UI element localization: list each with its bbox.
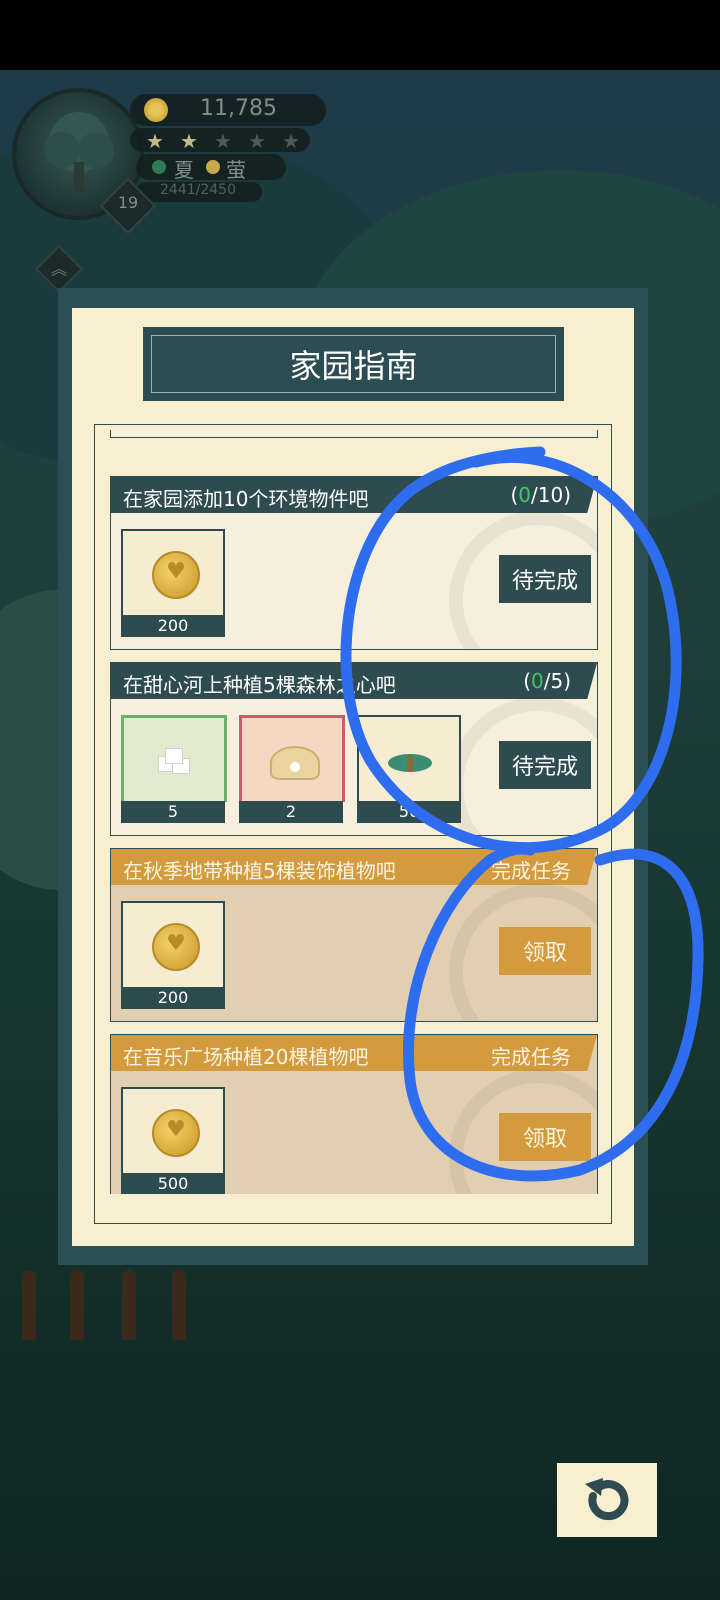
task-card: 在家园添加10个环境物件吧 (0/10) 200 待完成 — [110, 476, 598, 650]
leaf-icon — [152, 160, 166, 174]
herb-bundle-icon — [388, 754, 432, 772]
claim-button[interactable]: 领取 — [499, 1113, 591, 1161]
reward-count: 200 — [121, 987, 225, 1009]
coin-icon — [152, 1109, 200, 1157]
season-label: 夏 — [174, 158, 194, 182]
task-complete-label: 完成任务 — [491, 1045, 571, 1069]
task-list[interactable]: 在家园添加10个环境物件吧 (0/10) 200 待完成 在甜心河上种植5棵森林… — [108, 430, 598, 1194]
task-card: 在甜心河上种植5棵森林之心吧 (0/5) 5 2 50 待完成 — [110, 662, 598, 836]
task-title: 在音乐广场种植20棵植物吧 — [123, 1045, 369, 1069]
coin-count: 11,785 — [200, 96, 277, 121]
star-icon: ★ — [214, 129, 232, 153]
tree-icon — [44, 112, 114, 192]
reward-count: 5 — [121, 801, 225, 823]
dialog-title-box: 家园指南 — [143, 327, 564, 401]
reward-item[interactable]: 50 — [357, 715, 461, 825]
task-card-previous — [110, 430, 598, 438]
pearl-shell-icon — [270, 746, 320, 780]
star-icon: ★ — [180, 129, 198, 153]
task-title: 在甜心河上种植5棵森林之心吧 — [123, 673, 396, 697]
sugar-cube-icon — [156, 748, 192, 774]
dialog-title: 家园指南 — [151, 335, 556, 393]
task-title: 在家园添加10个环境物件吧 — [123, 487, 369, 511]
reward-count: 200 — [121, 615, 225, 637]
task-title: 在秋季地带种植5棵装饰植物吧 — [123, 859, 396, 883]
coin-icon — [144, 98, 168, 122]
coin-icon — [152, 923, 200, 971]
task-progress: (0/5) — [523, 669, 571, 693]
reward-item[interactable]: 2 — [239, 715, 345, 825]
star-icon: ★ — [282, 129, 300, 153]
task-progress: (0/10) — [510, 483, 571, 507]
coin-icon — [152, 551, 200, 599]
task-complete-label: 完成任务 — [491, 859, 571, 883]
reward-count: 50 — [357, 801, 461, 823]
task-card: 在音乐广场种植20棵植物吧 完成任务 500 领取 — [110, 1034, 598, 1194]
pending-button[interactable]: 待完成 — [499, 741, 591, 789]
reward-item[interactable]: 5 — [121, 715, 227, 825]
task-card: 在秋季地带种植5棵装饰植物吧 完成任务 200 领取 — [110, 848, 598, 1022]
star-icon: ★ — [146, 129, 164, 153]
level-number: 19 — [117, 193, 139, 212]
period-label: 萤 — [226, 158, 246, 182]
undo-arrow-icon — [585, 1478, 629, 1521]
reward-item[interactable]: 500 — [121, 1087, 225, 1194]
reward-count: 2 — [239, 801, 343, 823]
star-icon: ★ — [248, 129, 266, 153]
status-bar — [0, 0, 720, 70]
firefly-icon — [206, 160, 220, 174]
claim-button[interactable]: 领取 — [499, 927, 591, 975]
xp-text: 2441/2450 — [160, 182, 236, 198]
pending-button[interactable]: 待完成 — [499, 555, 591, 603]
reward-count: 500 — [121, 1173, 225, 1194]
reward-item[interactable]: 200 — [121, 529, 225, 639]
back-button[interactable] — [557, 1463, 657, 1537]
reward-item[interactable]: 200 — [121, 901, 225, 1011]
